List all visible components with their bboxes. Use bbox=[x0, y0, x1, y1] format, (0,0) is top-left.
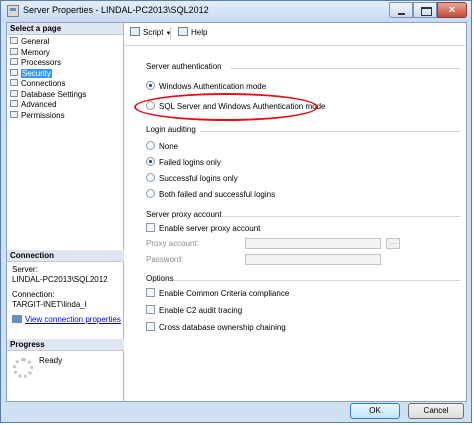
checkbox-icon bbox=[146, 322, 155, 332]
progress-header: Progress bbox=[7, 339, 125, 351]
page-item-database-settings[interactable]: Database Settings bbox=[7, 90, 123, 101]
checkbox-icon bbox=[146, 305, 155, 315]
page-icon bbox=[10, 79, 18, 87]
enable-proxy-label: Enable server proxy account bbox=[159, 224, 261, 233]
connection-header: Connection bbox=[7, 250, 125, 262]
page-list: General Memory Processors Security Conne… bbox=[7, 35, 123, 121]
audit-successful-label: Successful logins only bbox=[159, 174, 238, 183]
page-icon bbox=[10, 110, 18, 118]
page-item-permissions[interactable]: Permissions bbox=[7, 111, 123, 122]
checkbox-icon bbox=[146, 223, 155, 233]
checkbox-icon bbox=[146, 288, 155, 298]
audit-failed-radio[interactable]: Failed logins only bbox=[146, 157, 221, 168]
windows-auth-radio[interactable]: Windows Authentication mode bbox=[146, 81, 266, 92]
radio-button-icon bbox=[146, 173, 155, 183]
page-item-label: Database Settings bbox=[21, 89, 87, 99]
page-item-advanced[interactable]: Advanced bbox=[7, 100, 123, 111]
page-icon bbox=[10, 47, 18, 55]
help-icon bbox=[178, 27, 188, 37]
radio-button-icon bbox=[146, 81, 155, 91]
page-icon bbox=[10, 37, 18, 45]
title-bar[interactable]: Server Properties - LINDAL-PC2013\SQL201… bbox=[1, 1, 471, 22]
options-label: Options bbox=[146, 274, 174, 283]
page-item-general[interactable]: General bbox=[7, 37, 123, 48]
radio-button-icon bbox=[146, 157, 155, 167]
red-highlight-annotation bbox=[134, 93, 318, 121]
page-icon bbox=[10, 100, 18, 108]
connection-label: Connection: bbox=[12, 290, 55, 299]
password-label: Password: bbox=[146, 255, 184, 264]
audit-failed-label: Failed logins only bbox=[159, 158, 221, 167]
connection-value: TARGIT-INET\linda_l bbox=[12, 300, 87, 309]
view-connection-properties-label: View connection properties bbox=[25, 315, 121, 324]
section-divider bbox=[200, 131, 460, 132]
progress-spinner-icon bbox=[13, 358, 33, 378]
audit-none-radio[interactable]: None bbox=[146, 141, 178, 152]
server-label: Server: bbox=[12, 265, 38, 274]
page-item-label: Advanced bbox=[21, 100, 57, 109]
left-panel: Select a page General Memory Processors … bbox=[7, 23, 125, 401]
server-proxy-label: Server proxy account bbox=[146, 210, 222, 219]
app-icon bbox=[7, 5, 19, 17]
script-button[interactable]: Script ▼ bbox=[130, 27, 171, 37]
page-icon bbox=[10, 68, 18, 76]
page-item-label: Permissions bbox=[21, 110, 65, 120]
page-item-label: Memory bbox=[21, 47, 50, 57]
radio-button-icon bbox=[146, 189, 155, 199]
audit-none-label: None bbox=[159, 142, 179, 151]
enable-proxy-checkbox[interactable]: Enable server proxy account bbox=[146, 223, 260, 234]
help-button[interactable]: Help bbox=[178, 27, 208, 37]
connection-properties-icon bbox=[12, 314, 22, 323]
help-label: Help bbox=[191, 28, 208, 37]
server-value: LINDAL-PC2013\SQL2012 bbox=[12, 275, 108, 284]
window-title: Server Properties - LINDAL-PC2013\SQL201… bbox=[23, 5, 209, 15]
page-icon bbox=[10, 58, 18, 66]
audit-both-label: Both failed and successful logins bbox=[159, 190, 276, 199]
dialog-content: Select a page General Memory Processors … bbox=[6, 22, 467, 402]
page-item-security[interactable]: Security bbox=[7, 68, 123, 80]
view-connection-properties-link[interactable]: View connection properties bbox=[12, 314, 121, 324]
minimize-button[interactable] bbox=[389, 2, 413, 18]
page-icon bbox=[10, 89, 18, 97]
section-divider bbox=[222, 216, 460, 217]
page-item-label: Processors bbox=[21, 58, 62, 67]
proxy-account-label: Proxy account: bbox=[146, 239, 199, 248]
common-criteria-label: Enable Common Criteria compliance bbox=[159, 289, 290, 298]
section-divider bbox=[173, 280, 460, 281]
server-properties-window: Server Properties - LINDAL-PC2013\SQL201… bbox=[0, 0, 472, 423]
page-item-label: Security bbox=[21, 68, 52, 78]
proxy-account-input[interactable] bbox=[245, 238, 381, 249]
windows-auth-label: Windows Authentication mode bbox=[159, 82, 267, 91]
select-page-header: Select a page bbox=[7, 23, 123, 35]
connection-info: Server: LINDAL-PC2013\SQL2012 Connection… bbox=[12, 265, 120, 310]
close-button[interactable]: × bbox=[437, 2, 467, 18]
login-auditing-label: Login auditing bbox=[146, 125, 196, 134]
server-authentication-label: Server authentication bbox=[146, 62, 222, 71]
progress-status: Ready bbox=[39, 356, 63, 365]
radio-button-icon bbox=[146, 141, 155, 151]
c2-audit-label: Enable C2 audit tracing bbox=[159, 306, 243, 315]
cross-db-ownership-checkbox[interactable]: Cross database ownership chaining bbox=[146, 322, 286, 333]
browse-proxy-button[interactable]: ... bbox=[386, 238, 400, 249]
common-criteria-checkbox[interactable]: Enable Common Criteria compliance bbox=[146, 288, 289, 299]
page-item-label: General bbox=[21, 37, 50, 46]
section-divider bbox=[231, 68, 460, 69]
script-label: Script bbox=[143, 28, 164, 37]
ok-button[interactable]: OK bbox=[350, 403, 400, 419]
c2-audit-checkbox[interactable]: Enable C2 audit tracing bbox=[146, 305, 242, 316]
audit-both-radio[interactable]: Both failed and successful logins bbox=[146, 189, 275, 200]
page-item-memory[interactable]: Memory bbox=[7, 48, 123, 59]
page-item-label: Connections bbox=[21, 79, 66, 88]
maximize-button[interactable] bbox=[413, 2, 437, 18]
toolbar-separator bbox=[170, 27, 171, 40]
audit-successful-radio[interactable]: Successful logins only bbox=[146, 173, 238, 184]
cross-db-ownership-label: Cross database ownership chaining bbox=[159, 323, 286, 332]
cancel-button[interactable]: Cancel bbox=[408, 403, 464, 419]
page-item-processors[interactable]: Processors bbox=[7, 58, 123, 69]
security-page: Script ▼ Help Server authentication Windo… bbox=[124, 23, 466, 401]
page-item-connections[interactable]: Connections bbox=[7, 79, 123, 90]
toolbar: Script ▼ Help bbox=[124, 23, 466, 46]
password-input[interactable] bbox=[245, 254, 381, 265]
script-icon bbox=[130, 27, 140, 37]
